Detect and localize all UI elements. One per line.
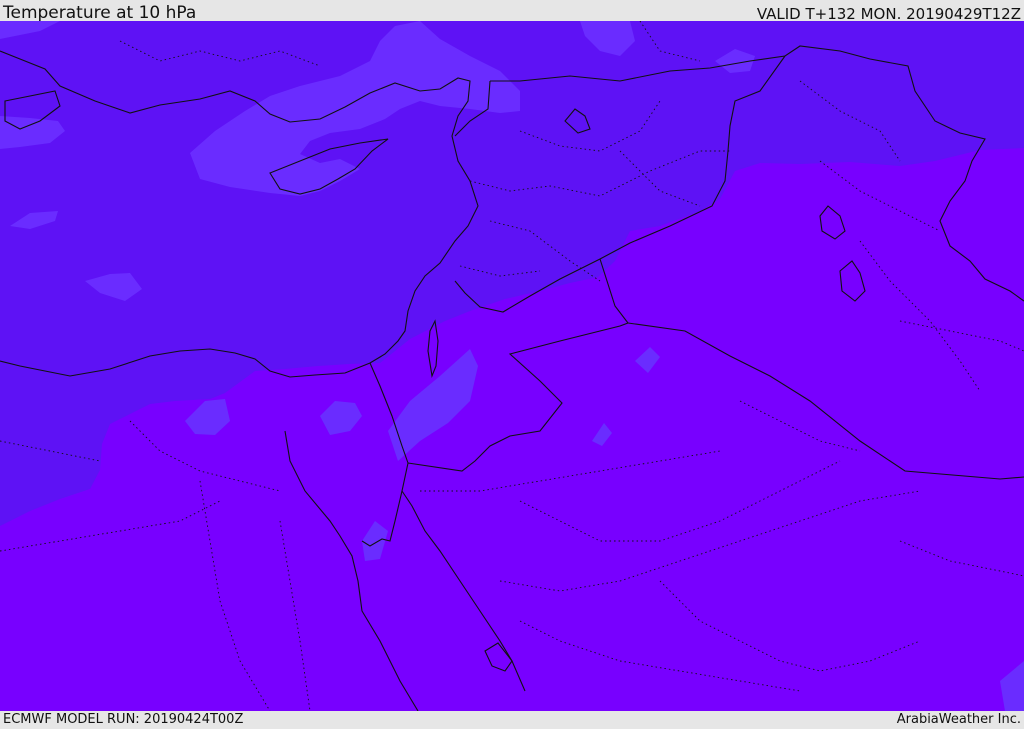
temperature-map[interactable] xyxy=(0,21,1024,711)
header-bar: Temperature at 10 hPa VALID T+132 MON. 2… xyxy=(0,0,1024,23)
map-canvas xyxy=(0,21,1024,711)
credit-text: ArabiaWeather Inc. xyxy=(896,712,1021,727)
map-title: Temperature at 10 hPa xyxy=(3,3,197,23)
model-run: ECMWF MODEL RUN: 20190424T00Z xyxy=(3,712,244,727)
footer-bar: ECMWF MODEL RUN: 20190424T00Z ArabiaWeat… xyxy=(0,711,1024,729)
